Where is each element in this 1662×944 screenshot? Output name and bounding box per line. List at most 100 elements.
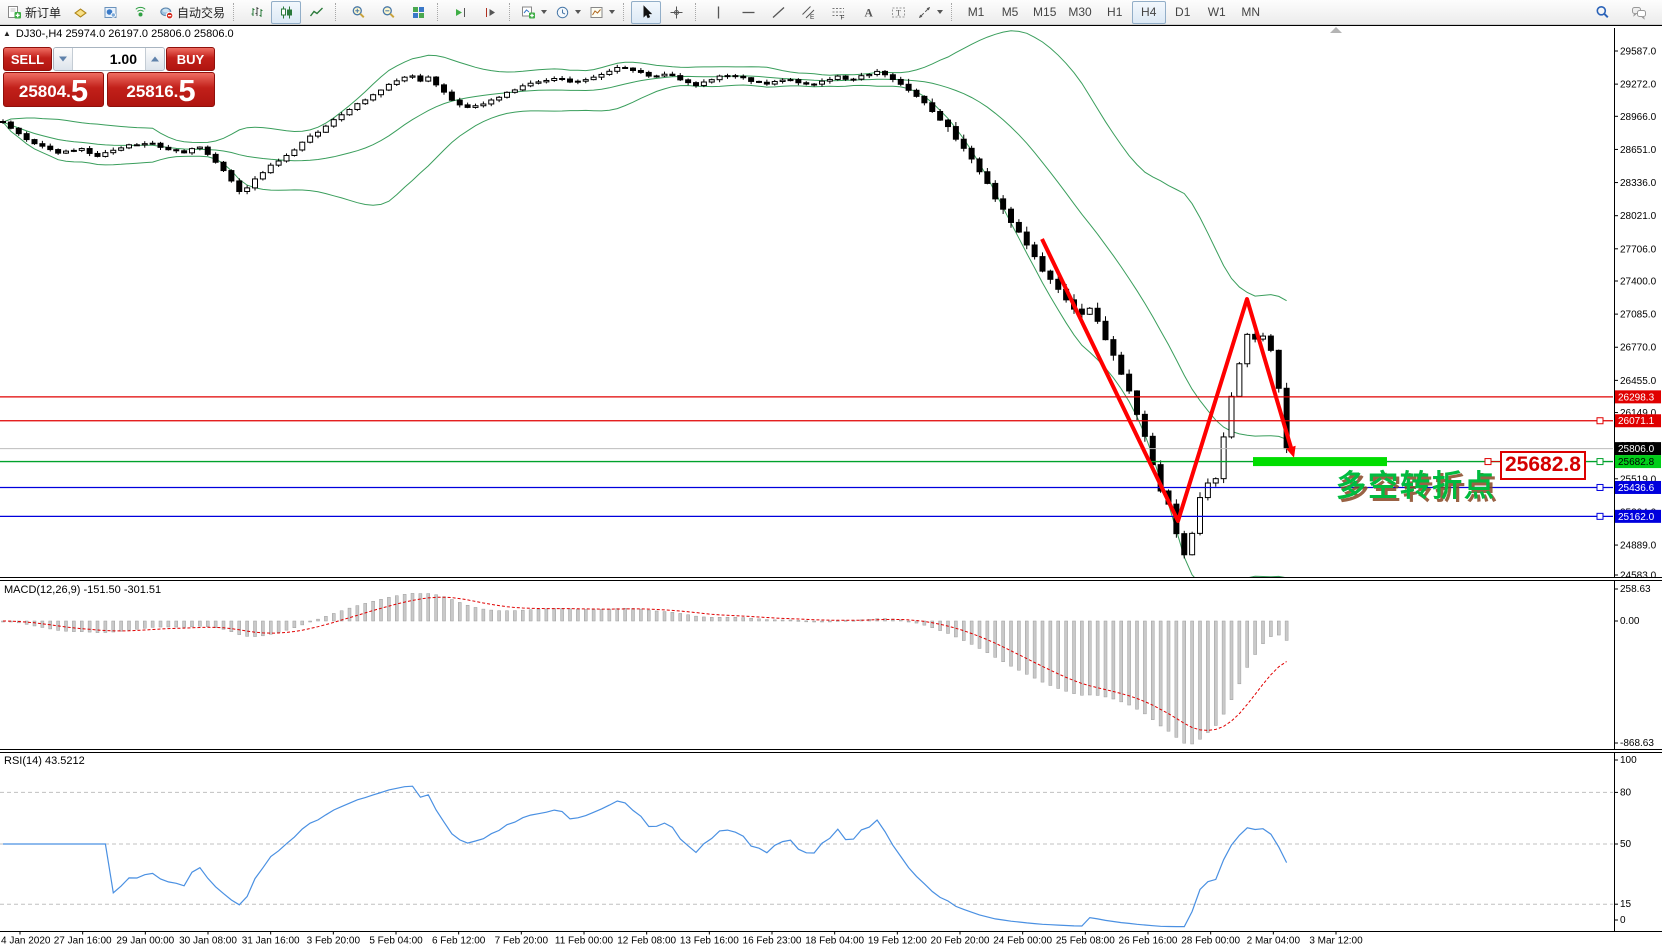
new-order-button-label: 新订单 — [25, 4, 61, 21]
navigator-button[interactable] — [95, 1, 125, 24]
x-axis-label: 30 Jan 08:00 — [179, 936, 237, 944]
hline-icon — [741, 5, 756, 20]
new-order-button[interactable]: 新订单 — [3, 1, 65, 24]
candles — [1, 65, 1290, 559]
sell-price-button[interactable]: 25804. 5 — [3, 72, 104, 107]
periods-button[interactable] — [551, 1, 585, 24]
auto-scroll-button[interactable] — [445, 1, 475, 24]
sell-button[interactable]: SELL — [3, 47, 52, 71]
pane-splitter-macd[interactable] — [0, 577, 1662, 581]
buy-price-button[interactable]: 25816. 5 — [107, 72, 215, 107]
tf-m15-label: M15 — [1033, 5, 1056, 19]
chart-shift-button[interactable] — [475, 1, 505, 24]
trend-zigzag-arrow[interactable] — [1042, 239, 1292, 521]
x-axis-label: 31 Jan 16:00 — [242, 936, 300, 944]
rsi-scale-label: 15 — [1620, 899, 1632, 910]
arrows-button[interactable] — [913, 1, 947, 24]
horizontal-line-button[interactable] — [733, 1, 763, 24]
y-axis-tick: 29587.0 — [1620, 47, 1657, 58]
bollinger-lower — [3, 85, 1287, 591]
crosshair-icon — [669, 5, 684, 20]
x-axis-label: 3 Mar 12:00 — [1309, 936, 1363, 944]
line-chart-button[interactable] — [301, 1, 331, 24]
tf-m1[interactable]: M1 — [959, 1, 993, 24]
tf-m30[interactable]: M30 — [1062, 1, 1097, 24]
channel-button[interactable]: E — [793, 1, 823, 24]
bar-chart-button[interactable] — [241, 1, 271, 24]
x-axis-label: 18 Feb 04:00 — [805, 936, 864, 944]
zoom-in-button[interactable] — [343, 1, 373, 24]
buy-button[interactable]: BUY — [166, 47, 215, 71]
tf-w1[interactable]: W1 — [1200, 1, 1234, 24]
chat-button[interactable] — [1623, 1, 1653, 24]
volume-increase-button[interactable] — [145, 48, 164, 70]
tf-m15[interactable]: M15 — [1027, 1, 1062, 24]
price-callout[interactable]: 25682.8 — [1500, 451, 1586, 480]
indicators-button[interactable] — [517, 1, 551, 24]
dropdown-caret-icon — [937, 10, 943, 14]
y-axis-tick: 28651.0 — [1620, 145, 1657, 156]
layouts-button[interactable] — [65, 1, 95, 24]
svg-text:F: F — [840, 14, 844, 20]
line-handle[interactable] — [1597, 459, 1603, 465]
candlestick-chart-button[interactable] — [271, 1, 301, 24]
trendline-icon — [771, 5, 786, 20]
templates-button[interactable] — [585, 1, 619, 24]
tf-h4[interactable]: H4 — [1132, 1, 1166, 24]
search-button[interactable] — [1587, 1, 1617, 24]
turning-point-note[interactable]: 多空转折点 — [1336, 461, 1496, 505]
svg-text:26298.3: 26298.3 — [1618, 392, 1655, 403]
tf-mn[interactable]: MN — [1234, 1, 1268, 24]
collapse-tab-icon[interactable] — [1330, 27, 1342, 33]
volume-input[interactable] — [73, 48, 145, 70]
crosshair-button[interactable] — [661, 1, 691, 24]
zoom-out-icon — [381, 5, 396, 20]
one-click-row-top: SELL BUY — [3, 47, 215, 71]
tf-h1[interactable]: H1 — [1098, 1, 1132, 24]
zoom-out-button[interactable] — [373, 1, 403, 24]
fibo-icon: F — [831, 5, 846, 20]
x-axis-label: 6 Feb 12:00 — [432, 936, 486, 944]
rsi-pane — [0, 786, 1613, 926]
fibonacci-button[interactable]: F — [823, 1, 853, 24]
tile-windows-button[interactable] — [403, 1, 433, 24]
line-handle[interactable] — [1597, 484, 1603, 490]
svg-text:25436.6: 25436.6 — [1618, 483, 1655, 494]
volume-decrease-button[interactable] — [54, 48, 73, 70]
y-axis-tick: 24889.0 — [1620, 541, 1657, 552]
y-axis-tick: 28966.0 — [1620, 112, 1657, 123]
x-axis-label: 2 Mar 04:00 — [1247, 936, 1301, 944]
svg-text:E: E — [810, 14, 815, 20]
tf-m5[interactable]: M5 — [993, 1, 1027, 24]
toolbar: 新订单 自动交易 E F AT M1M5 M15 M30 H1H4D1 W1 MN — [0, 0, 1662, 25]
pane-splitter-rsi[interactable] — [0, 749, 1662, 753]
new-order-icon — [7, 5, 22, 20]
toolbar-separator — [695, 3, 700, 21]
x-axis-label: 16 Feb 23:00 — [743, 936, 802, 944]
x-axis-label: 5 Feb 04:00 — [369, 936, 423, 944]
text-button[interactable]: A — [853, 1, 883, 24]
trendline-button[interactable] — [763, 1, 793, 24]
line-handle[interactable] — [1597, 418, 1603, 424]
one-click-collapse-icon[interactable]: ▲ — [3, 29, 11, 39]
tf-m30-label: M30 — [1068, 5, 1091, 19]
line-handle[interactable] — [1597, 513, 1603, 519]
search-icon — [1595, 5, 1610, 20]
vertical-line-button[interactable] — [703, 1, 733, 24]
buy-price-main: 25816. — [126, 82, 178, 106]
shapes-icon — [917, 5, 932, 20]
periods-icon — [555, 5, 570, 20]
navigator-icon — [103, 5, 118, 20]
y-axis-tick: 28021.0 — [1620, 211, 1657, 222]
y-axis-tick: 26455.0 — [1620, 376, 1657, 387]
auto-trading-button[interactable]: 自动交易 — [155, 1, 229, 24]
cursor-button[interactable] — [631, 1, 661, 24]
macd-signal-line — [3, 597, 1287, 730]
text-label-button[interactable]: T — [883, 1, 913, 24]
tf-d1[interactable]: D1 — [1166, 1, 1200, 24]
cursor-icon — [639, 5, 654, 20]
tf-w1-label: W1 — [1208, 5, 1226, 19]
dropdown-caret-icon — [609, 10, 615, 14]
chart-shift-icon — [483, 5, 498, 20]
signals-button[interactable] — [125, 1, 155, 24]
